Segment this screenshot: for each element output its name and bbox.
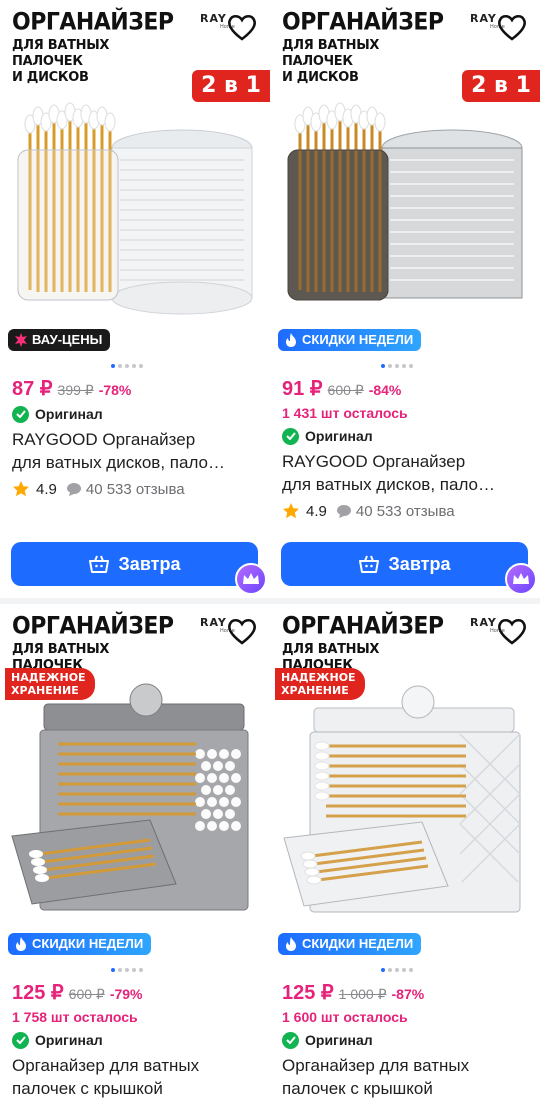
product-title[interactable]: RAYGOOD Органайзер для ватных дисков, па… (12, 428, 260, 474)
image-pager-dots (381, 364, 413, 368)
star-icon (13, 481, 29, 497)
favorite-heart-icon[interactable] (226, 12, 258, 42)
image-pager-dots (111, 968, 143, 972)
burst-icon (15, 333, 27, 347)
storage-tag: НАДЕЖНОЕ ХРАНЕНИЕ (5, 668, 95, 700)
product-card[interactable]: ОРГАНАЙЗЕР ДЛЯ ВАТНЫХ ПАЛОЧЕК RAY Home НА… (0, 604, 270, 1115)
promo-title: ОРГАНАЙЗЕР (282, 8, 444, 36)
price-row: 125 ₽ 1 000 ₽ -87% (282, 980, 530, 1006)
flame-icon (16, 937, 26, 951)
product-info: 91 ₽ 600 ₽ -84% 1 431 шт осталось Оригин… (282, 376, 530, 526)
discount: -79% (109, 986, 143, 1002)
image-pager-dots (111, 364, 143, 368)
premium-crown-icon (505, 563, 537, 595)
price: 125 ₽ (12, 982, 64, 1004)
favorite-heart-icon[interactable] (496, 616, 528, 646)
product-info: 87 ₽ 399 ₽ -78% Оригинал RAYGOOD Органай… (12, 376, 260, 504)
promo-chip: СКИДКИ НЕДЕЛИ (278, 329, 422, 351)
rating-row: 4.9 40 533 отзыва (282, 496, 530, 526)
basket-icon (358, 555, 379, 573)
reviews-count: 40 533 отзыва (336, 503, 455, 520)
original-badge: Оригинал (282, 1028, 530, 1052)
delivery-button[interactable]: Завтра (11, 542, 258, 586)
premium-crown-icon (235, 563, 267, 595)
stock-left: 1 600 шт осталось (282, 1009, 408, 1025)
flame-icon (286, 937, 296, 951)
original-badge: Оригинал (282, 424, 530, 448)
old-price: 600 ₽ (68, 986, 105, 1002)
product-card[interactable]: ОРГАНАЙЗЕР ДЛЯ ВАТНЫХ ПАЛОЧЕК RAY Home НА… (270, 604, 540, 1115)
check-icon (282, 1031, 299, 1049)
image-pager-dots (381, 968, 413, 972)
original-badge: Оригинал (12, 402, 260, 426)
delivery-button[interactable]: Завтра (281, 542, 528, 586)
original-badge: Оригинал (12, 1028, 260, 1052)
star-icon (283, 503, 299, 519)
check-icon (12, 1031, 29, 1049)
basket-icon (88, 555, 109, 573)
promo-subtitle: ДЛЯ ВАТНЫХ ПАЛОЧЕК И ДИСКОВ (282, 38, 380, 85)
comment-bubble-icon (66, 482, 81, 496)
product-card[interactable]: ОРГАНАЙЗЕР ДЛЯ ВАТНЫХ ПАЛОЧЕК И ДИСКОВ R… (270, 0, 540, 598)
check-icon (282, 427, 299, 445)
discount: -78% (98, 382, 132, 398)
price-row: 87 ₽ 399 ₽ -78% (12, 376, 260, 402)
favorite-heart-icon[interactable] (496, 12, 528, 42)
stock-left: 1 758 шт осталось (12, 1009, 138, 1025)
stock-left: 1 431 шт осталось (282, 405, 408, 421)
flame-icon (286, 333, 296, 347)
product-image[interactable]: ОРГАНАЙЗЕР ДЛЯ ВАТНЫХ ПАЛОЧЕК RAY Home НА… (270, 604, 540, 962)
promo-title: ОРГАНАЙЗЕР (12, 8, 174, 36)
promo-chip: СКИДКИ НЕДЕЛИ (8, 933, 152, 955)
product-title[interactable]: Органайзер для ватных палочек с крышкой (282, 1054, 530, 1100)
rating-value: 4.9 (36, 480, 57, 498)
promo-title: ОРГАНАЙЗЕР (282, 612, 444, 640)
product-info: 125 ₽ 1 000 ₽ -87% 1 600 шт осталось Ори… (282, 980, 530, 1100)
price: 87 ₽ (12, 378, 53, 400)
price-row: 91 ₽ 600 ₽ -84% (282, 376, 530, 402)
old-price: 600 ₽ (327, 382, 364, 398)
product-card[interactable]: ОРГАНАЙЗЕР ДЛЯ ВАТНЫХ ПАЛОЧЕК И ДИСКОВ R… (0, 0, 270, 598)
corner-badge: 2 в 1 (192, 70, 270, 102)
product-image[interactable]: ОРГАНАЙЗЕР ДЛЯ ВАТНЫХ ПАЛОЧЕК И ДИСКОВ R… (270, 0, 540, 358)
old-price: 1 000 ₽ (338, 986, 387, 1002)
rating-row: 4.9 40 533 отзыва (12, 474, 260, 504)
check-icon (12, 405, 29, 423)
discount: -87% (391, 986, 425, 1002)
product-image[interactable]: ОРГАНАЙЗЕР ДЛЯ ВАТНЫХ ПАЛОЧЕК И ДИСКОВ R… (0, 0, 270, 358)
discount: -84% (368, 382, 402, 398)
old-price: 399 ₽ (57, 382, 94, 398)
promo-subtitle: ДЛЯ ВАТНЫХ ПАЛОЧЕК И ДИСКОВ (12, 38, 110, 85)
promo-chip: ВАУ-ЦЕНЫ (8, 329, 111, 351)
rating-value: 4.9 (306, 502, 327, 520)
storage-tag: НАДЕЖНОЕ ХРАНЕНИЕ (275, 668, 365, 700)
product-info: 125 ₽ 600 ₽ -79% 1 758 шт осталось Ориги… (12, 980, 260, 1100)
promo-chip: СКИДКИ НЕДЕЛИ (278, 933, 422, 955)
price: 91 ₽ (282, 378, 323, 400)
price-row: 125 ₽ 600 ₽ -79% (12, 980, 260, 1006)
corner-badge: 2 в 1 (462, 70, 540, 102)
promo-title: ОРГАНАЙЗЕР (12, 612, 174, 640)
reviews-count: 40 533 отзыва (66, 481, 185, 498)
product-title[interactable]: RAYGOOD Органайзер для ватных дисков, па… (282, 450, 530, 496)
favorite-heart-icon[interactable] (226, 616, 258, 646)
product-image[interactable]: ОРГАНАЙЗЕР ДЛЯ ВАТНЫХ ПАЛОЧЕК RAY Home НА… (0, 604, 270, 962)
comment-bubble-icon (336, 504, 351, 518)
price: 125 ₽ (282, 982, 334, 1004)
product-title[interactable]: Органайзер для ватных палочек с крышкой (12, 1054, 260, 1100)
